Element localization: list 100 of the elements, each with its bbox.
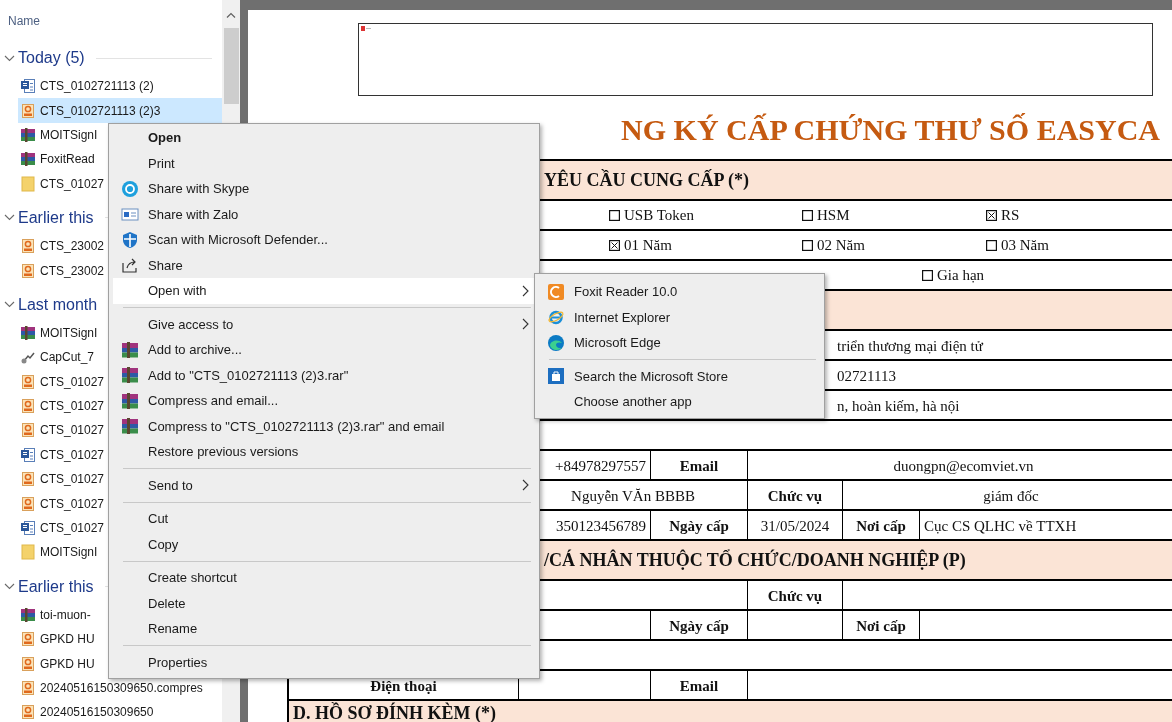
field-label: Ngày cấp — [669, 619, 729, 634]
file-item[interactable]: toi-muon- — [18, 602, 95, 628]
field-label: Nơi cấp — [856, 519, 906, 534]
pdf-file-icon — [20, 471, 36, 488]
image-placeholder-icon — [361, 26, 371, 31]
field-label: Điện thoại — [370, 679, 437, 694]
menu-item[interactable]: Compress to "CTS_0102721113 (2)3.rar" and email — [113, 413, 535, 439]
archive-icon — [121, 340, 139, 359]
pdf-file-icon — [20, 655, 36, 672]
menu-item[interactable]: Rename — [113, 616, 535, 642]
file-item[interactable]: CapCut_7 — [18, 345, 99, 370]
menu-item[interactable]: Delete — [113, 590, 535, 616]
field-label: Chức vụ — [767, 589, 823, 604]
file-item[interactable]: MOITSignI — [18, 122, 102, 148]
cell-text: +84978297557 — [555, 459, 646, 474]
group-header[interactable]: Last month — [18, 295, 98, 314]
pdf-file-icon — [20, 102, 36, 119]
menu-item[interactable]: Compress and email... — [113, 388, 535, 414]
field-label: Email — [679, 459, 719, 474]
menu-item[interactable]: Share with Skype — [113, 176, 535, 202]
menu-item[interactable]: Print — [113, 150, 535, 176]
word-file-icon — [20, 78, 36, 95]
menu-item[interactable]: Copy — [113, 531, 535, 557]
field-label: Chức vụ — [767, 489, 823, 504]
pdf-file-icon — [20, 704, 36, 721]
menu-item[interactable]: Restore previous versions — [113, 439, 535, 465]
menu-item[interactable]: Open — [113, 125, 535, 151]
field-label: Nơi cấp — [856, 619, 906, 634]
scroll-up-icon[interactable] — [226, 12, 236, 18]
file-item[interactable]: CTS_01027 — [18, 467, 109, 492]
pdf-file-icon — [20, 262, 36, 279]
menu-item[interactable]: Search the Microsoft Store — [539, 363, 820, 389]
file-item[interactable]: CTS_01027 — [18, 369, 109, 394]
file-item[interactable]: CTS_01027 — [18, 171, 109, 196]
menu-item[interactable]: Microsoft Edge — [539, 330, 820, 356]
group-header[interactable]: Earlier this — [18, 208, 94, 227]
scrollbar-thumb[interactable] — [223, 28, 239, 104]
file-item[interactable]: 20240516150309650.compres — [18, 675, 207, 701]
file-item[interactable]: CTS_01027 — [18, 491, 109, 516]
file-item[interactable]: CTS_01027 — [18, 393, 109, 419]
cell-text: n, hoàn kiếm, hà nội — [837, 399, 960, 414]
chat-icon — [121, 179, 139, 198]
archive-icon — [20, 606, 36, 623]
file-item[interactable]: GPKD HU — [18, 627, 99, 652]
word-file-icon — [20, 446, 36, 463]
pdf-file-icon — [20, 398, 36, 415]
option-label: Gia hạn — [937, 267, 985, 284]
menu-item[interactable]: Scan with Microsoft Defender... — [113, 227, 535, 253]
file-item[interactable]: MOITSignI — [18, 540, 102, 565]
menu-item[interactable]: Choose another app — [539, 389, 820, 415]
card-icon — [121, 205, 139, 224]
file-item[interactable]: CTS_0102721113 (2) — [18, 74, 158, 99]
menu-item[interactable]: Share — [113, 252, 535, 278]
cell-text: 350123456789 — [556, 519, 646, 534]
option-label: 03 Năm — [1001, 237, 1049, 254]
file-item[interactable]: CTS_23002 — [18, 258, 109, 283]
file-item[interactable]: CTS_01027 — [18, 418, 109, 443]
menu-item[interactable]: Add to archive... — [113, 337, 535, 363]
menu-item[interactable]: Internet Explorer — [539, 304, 820, 330]
menu-item[interactable]: Give access to — [113, 311, 535, 337]
file-item[interactable]: GPKD HU — [18, 651, 99, 676]
archive-icon — [20, 151, 36, 168]
menu-item[interactable]: Share with Zalo — [113, 201, 535, 227]
document-title: NG KÝ CẤP CHỨNG THƯ SỐ EASYCA — [621, 112, 1160, 148]
column-header[interactable]: Name — [8, 14, 40, 28]
file-item[interactable]: CTS_0102721113 (2)3 — [18, 98, 222, 123]
cell-text: triển thương mại điện tử — [837, 339, 983, 354]
pdf-file-icon — [20, 495, 36, 512]
field-label: Ngày cấp — [669, 519, 729, 534]
pdf-file-icon — [20, 373, 36, 390]
cell-text: duongpn@ecomviet.vn — [893, 459, 1034, 474]
archive-icon — [121, 417, 139, 436]
menu-item[interactable]: Cut — [113, 506, 535, 532]
group-header[interactable]: Today (5) — [18, 49, 85, 67]
app-tile-icon — [547, 282, 565, 301]
menu-item[interactable]: Foxit Reader 10.0 — [539, 279, 820, 305]
field-label: Email — [679, 679, 719, 694]
bag-icon — [547, 367, 565, 386]
archive-icon — [20, 324, 36, 341]
file-item[interactable]: CTS_01027 — [18, 442, 109, 468]
folder-icon — [20, 175, 36, 192]
shield-icon — [121, 230, 139, 249]
pdf-file-icon — [20, 680, 36, 696]
menu-item[interactable]: Open with — [113, 278, 535, 304]
file-item[interactable]: 20240516150309650 — [18, 700, 158, 722]
group-header[interactable]: Earlier this — [18, 577, 94, 596]
menu-item[interactable]: Properties — [113, 649, 535, 675]
pdf-file-icon — [20, 238, 36, 255]
folder-icon — [20, 544, 36, 561]
file-item[interactable]: CTS_23002 — [18, 233, 109, 259]
cell-text: Cục CS QLHC về TTXH — [924, 519, 1077, 534]
option-label: USB Token — [624, 207, 694, 224]
section-heading: D. HỒ SƠ ĐÍNH KÈM (*) — [293, 704, 496, 722]
menu-item[interactable]: Send to — [113, 472, 535, 498]
file-item[interactable]: FoxitRead — [18, 147, 99, 172]
menu-item[interactable]: Create shortcut — [113, 565, 535, 591]
file-item[interactable]: CTS_01027 — [18, 515, 109, 541]
file-item[interactable]: MOITSignI — [18, 320, 102, 346]
option-label: RS — [1001, 207, 1020, 224]
menu-item[interactable]: Add to "CTS_0102721113 (2)3.rar" — [113, 362, 535, 388]
